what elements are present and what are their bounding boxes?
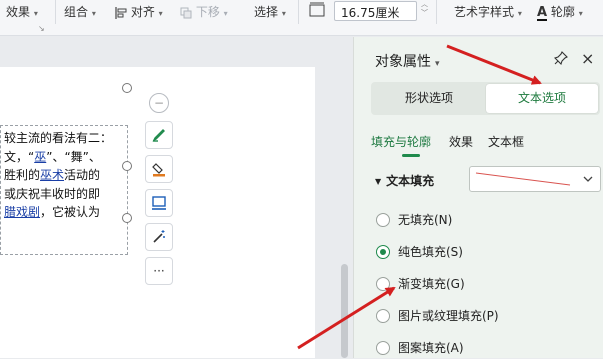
active-tab-indicator (402, 154, 420, 157)
more-button[interactable]: ··· (145, 257, 173, 285)
move-down-icon (180, 7, 192, 18)
hyperlink[interactable]: 巫 (34, 150, 46, 164)
tab-shape-options[interactable]: 形状选项 (373, 84, 485, 113)
outline-button[interactable]: A 轮廓 ▾ (537, 3, 583, 21)
subtab-fill-outline[interactable]: 填充与轮廓 (371, 133, 431, 150)
dialog-launcher-icon[interactable]: ↘ (38, 24, 45, 33)
fill-bucket-button[interactable] (145, 155, 173, 183)
art-style-button[interactable]: 艺术字样式 ▾ (454, 3, 522, 20)
radio-button[interactable] (376, 244, 390, 259)
radio-button[interactable] (376, 212, 390, 227)
text-line: 胜利的巫术活动的 (4, 168, 101, 182)
ribbon-toolbar: 效果 ▾ ↘ 组合 ▾ 对齐 ▾ 下移 ▾ 选择 ▾ 16.75厘米 ︿ ﹀ 艺术… (0, 0, 603, 36)
group-button[interactable]: 组合 ▾ (64, 3, 96, 20)
hyperlink[interactable]: 巫术 (40, 168, 64, 182)
subtab-textbox[interactable]: 文本框 (488, 133, 524, 150)
divider (436, 0, 437, 24)
chevron-down-icon: ▾ (435, 59, 440, 69)
hyperlink[interactable]: 腊戏剧 (4, 205, 40, 219)
vertical-scrollbar[interactable] (341, 264, 348, 358)
resize-handle[interactable] (122, 83, 132, 93)
object-properties-panel: 对象属性 ▾ × 形状选项 文本选项 填充与轮廓 效果 文本框 ▼ 文本填充 无填充… (353, 37, 603, 358)
pen-icon (152, 129, 165, 142)
pin-icon[interactable] (554, 51, 568, 65)
tab-text-options[interactable]: 文本选项 (486, 84, 598, 113)
panel-title[interactable]: 对象属性 ▾ (375, 51, 440, 71)
text-line: 腊戏剧，它被认为 (4, 205, 101, 219)
close-button[interactable]: × (581, 49, 594, 68)
move-down-button[interactable]: 下移 ▾ (180, 3, 228, 20)
resize-handle[interactable] (122, 213, 132, 223)
width-stepper[interactable]: ︿ ﹀ (421, 0, 428, 18)
width-input[interactable]: 16.75厘米 (334, 1, 417, 21)
effects-button[interactable]: 效果 ▾ (6, 3, 38, 20)
chevron-down-icon[interactable]: ﹀ (421, 9, 428, 18)
subtab-effects[interactable]: 效果 (449, 133, 473, 150)
radio-pattern-fill[interactable]: 图案填充(A) (376, 339, 464, 359)
align-button[interactable]: 对齐 ▾ (115, 3, 163, 20)
floating-toolbar: − ··· (145, 93, 173, 291)
magic-wand-icon (153, 230, 165, 243)
collapse-icon: ▼ (375, 177, 382, 186)
text-line: 较主流的看法有二： (4, 131, 113, 145)
fill-bucket-icon (152, 163, 165, 177)
layout-button[interactable] (145, 189, 173, 217)
text-fill-section[interactable]: ▼ 文本填充 (375, 172, 434, 189)
chevron-down-icon (583, 176, 593, 182)
radio-button[interactable] (376, 276, 390, 291)
text-line: 文，“巫”、“舞”、 (4, 149, 101, 164)
radio-gradient-fill[interactable]: 渐变填充(G) (376, 275, 465, 295)
radio-solid-fill[interactable]: 纯色填充(S) (376, 243, 463, 263)
layout-icon (152, 196, 166, 210)
options-tabs: 形状选项 文本选项 (371, 82, 600, 115)
radio-no-fill[interactable]: 无填充(N) (376, 211, 452, 231)
width-icon (309, 2, 325, 17)
fill-color-dropdown[interactable] (469, 166, 601, 192)
more-icon: ··· (153, 264, 165, 278)
magic-wand-button[interactable] (145, 223, 173, 251)
resize-handle[interactable] (122, 161, 132, 171)
radio-button[interactable] (376, 308, 390, 323)
document-area: 较主流的看法有二： 文，“巫”、“舞”、 胜利的巫术活动的 或庆祝丰收时的即 腊… (0, 37, 353, 358)
divider (298, 0, 299, 24)
text-line: 或庆祝丰收时的即 (4, 186, 101, 201)
text-outline-icon: A (537, 5, 548, 21)
align-icon (115, 6, 127, 19)
pen-button[interactable] (145, 121, 173, 149)
divider (55, 0, 56, 24)
no-color-swatch (475, 172, 571, 186)
select-button[interactable]: 选择 ▾ (254, 3, 286, 20)
radio-picture-fill[interactable]: 图片或纹理填充(P) (376, 307, 499, 327)
text-box-content[interactable]: 较主流的看法有二： 文，“巫”、“舞”、 胜利的巫术活动的 或庆祝丰收时的即 腊… (4, 129, 126, 222)
minus-icon[interactable]: − (149, 93, 169, 113)
chevron-up-icon[interactable]: ︿ (421, 0, 428, 9)
radio-button[interactable] (376, 340, 390, 355)
